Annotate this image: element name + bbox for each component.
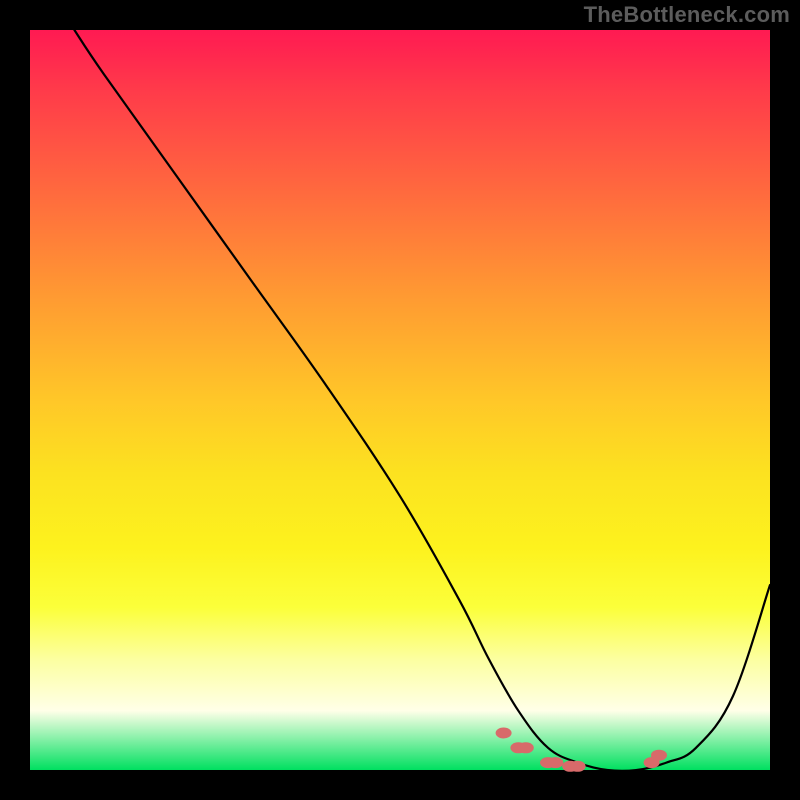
curve-svg (30, 30, 770, 770)
flat-region-markers (496, 728, 667, 772)
chart-frame: TheBottleneck.com (0, 0, 800, 800)
marker-dot (496, 728, 512, 739)
marker-dot (547, 757, 563, 768)
plot-area (30, 30, 770, 770)
marker-dot (518, 742, 534, 753)
marker-dot (651, 750, 667, 761)
watermark-text: TheBottleneck.com (584, 2, 790, 28)
marker-dot (570, 761, 586, 772)
bottleneck-curve (74, 30, 770, 771)
